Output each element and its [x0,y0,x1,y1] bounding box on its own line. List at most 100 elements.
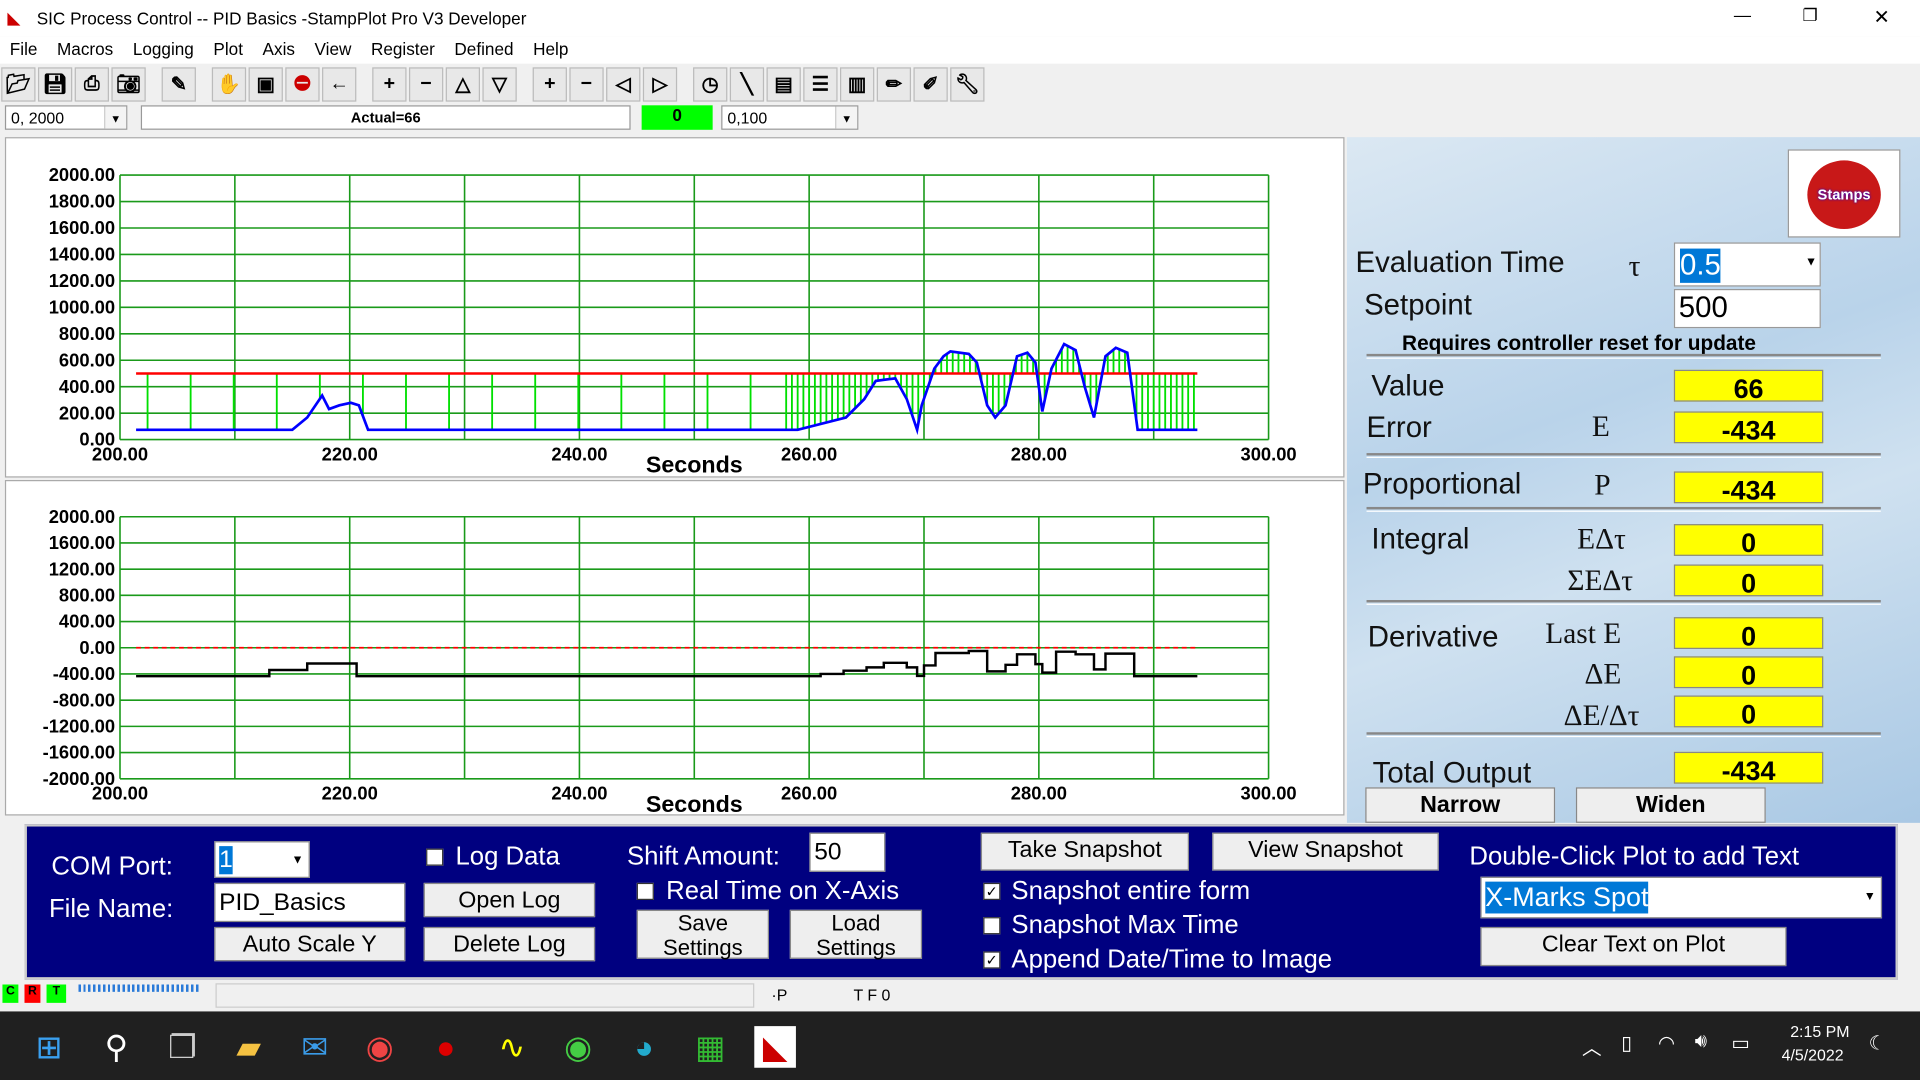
auto-scale-y-button[interactable]: Auto Scale Y [214,926,406,962]
down-triangle-icon[interactable]: ▽ [482,67,517,102]
append-datetime-checkbox[interactable]: ✓ [983,951,1001,969]
app-icon-red[interactable]: ● [425,1026,467,1068]
minimize-button[interactable]: — [1734,5,1751,25]
x-tick-label: 300.00 [1240,783,1296,804]
chrome-profile-icon[interactable]: ◉ [557,1026,599,1068]
save-settings-button[interactable]: Save Settings [636,909,769,960]
narrow-button[interactable]: Narrow [1365,787,1556,823]
clock-icon[interactable]: ◷ [693,67,728,102]
open-log-button[interactable]: Open Log [423,882,596,918]
menu-view[interactable]: View [305,37,361,64]
scope-app-icon[interactable]: ∿ [491,1026,533,1068]
take-snapshot-button[interactable]: Take Snapshot [980,832,1189,871]
stampplot-icon[interactable]: ◣ [754,1026,796,1068]
pen-icon[interactable]: ╲ [729,67,765,102]
y-tick-label: 1000.00 [49,296,115,317]
log-data-checkbox[interactable] [426,848,444,866]
real-time-checkbox[interactable] [636,882,654,901]
handshake-icon[interactable]: ✋ [211,67,247,102]
battery-icon[interactable]: ▭ [1731,1031,1750,1055]
x-axis-label: Seconds [646,791,743,816]
x-tick-label: 260.00 [781,443,837,464]
usb-icon[interactable]: ▯ [1621,1031,1632,1055]
edge-icon[interactable]: ◕ [623,1026,665,1068]
shift-amount-input[interactable] [809,832,886,872]
wifi-icon[interactable]: ◠ [1658,1031,1675,1055]
left-triangle-icon[interactable]: ◁ [606,67,641,102]
arrow-left-icon[interactable]: ← [322,67,357,102]
x-range-combo[interactable]: 0,100 ▼ [721,105,859,130]
save-icon[interactable]: 💾︎ [37,67,73,102]
clear-text-button[interactable]: Clear Text on Plot [1480,926,1787,967]
integral-symbol-2: ΣEΔτ [1567,565,1634,598]
edit-image-icon[interactable]: ✐ [913,67,948,102]
green-indicator: 0 [641,105,713,130]
camera-icon[interactable]: 📷︎ [111,67,146,102]
menu-axis[interactable]: Axis [253,37,305,64]
com-port-label: COM Port: [51,852,173,881]
notepad-icon[interactable]: ▥ [840,67,875,102]
y-range-combo[interactable]: 0, 2000 ▼ [4,105,128,130]
menu-defined[interactable]: Defined [445,37,524,64]
y-tick-label: -1200.00 [43,715,115,736]
chevron-up-icon[interactable]: ︿ [1582,1031,1602,1060]
file-explorer-icon[interactable]: ▰ [228,1026,270,1068]
file-name-input[interactable] [214,882,406,923]
setpoint-input[interactable] [1673,288,1821,329]
clock-time[interactable]: 2:15 PM [1790,1022,1849,1040]
y-tick-label: -1600.00 [43,742,115,763]
notes-icon[interactable]: ☰ [803,67,838,102]
open-folder-icon[interactable]: 📂︎ [1,67,36,102]
print-icon[interactable]: ⎙ [74,67,109,102]
chart-table-icon[interactable]: ▤ [766,67,801,102]
mail-icon[interactable]: ✉ [294,1026,336,1068]
eval-time-combo[interactable]: 0.5 ▼ [1673,242,1821,287]
wrench-icon[interactable]: 🔧︎ [950,67,985,102]
chrome-icon[interactable]: ◉ [359,1026,401,1068]
error-symbol: E [1591,411,1610,444]
app-icon: ◣ [7,7,21,27]
menu-macros[interactable]: Macros [47,37,123,64]
snapshot-entire-checkbox[interactable]: ✓ [983,882,1001,901]
com-port-combo[interactable]: 1 ▼ [214,841,310,878]
monitor-icon[interactable]: ▣ [248,67,283,102]
widen-button[interactable]: Widen [1575,787,1766,823]
notifications-icon[interactable]: ☾ [1869,1031,1887,1055]
up-triangle-icon[interactable]: △ [445,67,481,102]
stop-icon[interactable]: ⛔︎ [285,67,320,102]
pencil-tool-icon[interactable]: ✏︎ [876,67,912,102]
board-app-icon[interactable]: ▦ [689,1026,731,1068]
search-icon[interactable]: ⚲ [96,1026,138,1068]
menu-register[interactable]: Register [361,37,444,64]
right-triangle-icon[interactable]: ▷ [642,67,678,102]
process-value-plot[interactable]: 2000.00 1800.00 1600.00 1400.00 1200.00 1000.… [4,137,1345,478]
menu-logging[interactable]: Logging [123,37,204,64]
menu-plot[interactable]: Plot [204,37,253,64]
last-e-display: 0 [1673,617,1824,649]
menu-help[interactable]: Help [523,37,578,64]
close-button[interactable]: ✕ [1873,5,1889,29]
start-icon[interactable]: ⊞ [28,1026,70,1068]
plus-icon[interactable]: + [372,67,407,102]
controller-output-plot[interactable]: 2000.00 1600.00 1200.00 800.00 400.00 0.00 -40… [4,480,1345,816]
minus-icon[interactable]: − [569,67,604,102]
minus-icon[interactable]: − [408,67,444,102]
y-tick-label: 0.00 [79,637,115,658]
delete-log-button[interactable]: Delete Log [423,926,596,962]
message-field: Actual=66 [140,105,631,130]
toolbar: 📂︎ 💾︎ ⎙ 📷︎ ✎ ✋ ▣ ⛔︎ ← + − △ ▽ + − ◁ ▷ ◷ ╲ ▤ ☰ ▥ ✏︎ ✐ 🔧︎ [0,66,986,105]
magic-wand-icon[interactable]: ✎ [161,67,196,102]
plus-icon[interactable]: + [532,67,567,102]
restore-button[interactable]: ❐ [1802,5,1817,26]
menu-file[interactable]: File [0,37,47,64]
y-range-value: 0, 2000 [11,108,65,128]
volume-icon[interactable]: 🔊︎ [1695,1031,1707,1053]
plot-text-combo[interactable]: X-Marks Spot ▼ [1480,876,1883,919]
clock-date[interactable]: 4/5/2022 [1782,1046,1844,1064]
x-axis-label: Seconds [646,452,743,478]
view-snapshot-button[interactable]: View Snapshot [1212,832,1439,871]
load-settings-button[interactable]: Load Settings [789,909,923,960]
snapshot-max-checkbox[interactable] [983,917,1001,935]
log-data-label: Log Data [455,842,560,871]
task-view-icon[interactable]: ❐ [162,1026,204,1068]
